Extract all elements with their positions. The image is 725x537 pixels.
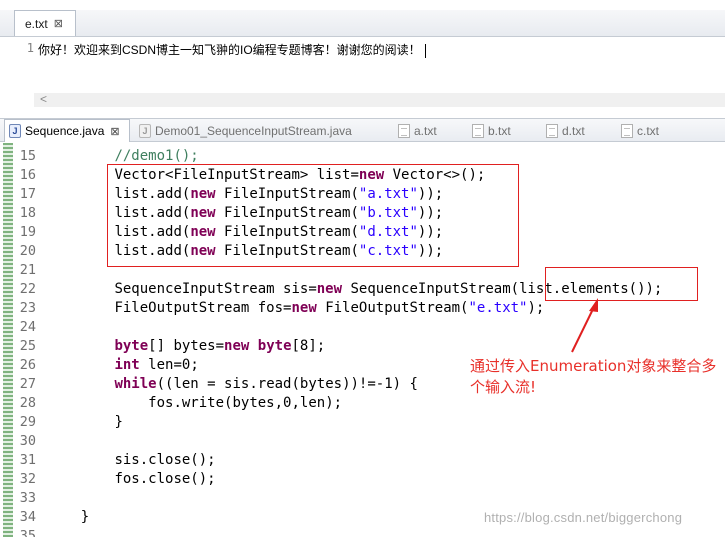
annotation-arrow-icon [571,298,598,353]
watermark: https://blog.csdn.net/biggerchong [484,510,683,525]
annotation-text: 通过传入Enumeration对象来整合多个输入流! [470,357,717,396]
